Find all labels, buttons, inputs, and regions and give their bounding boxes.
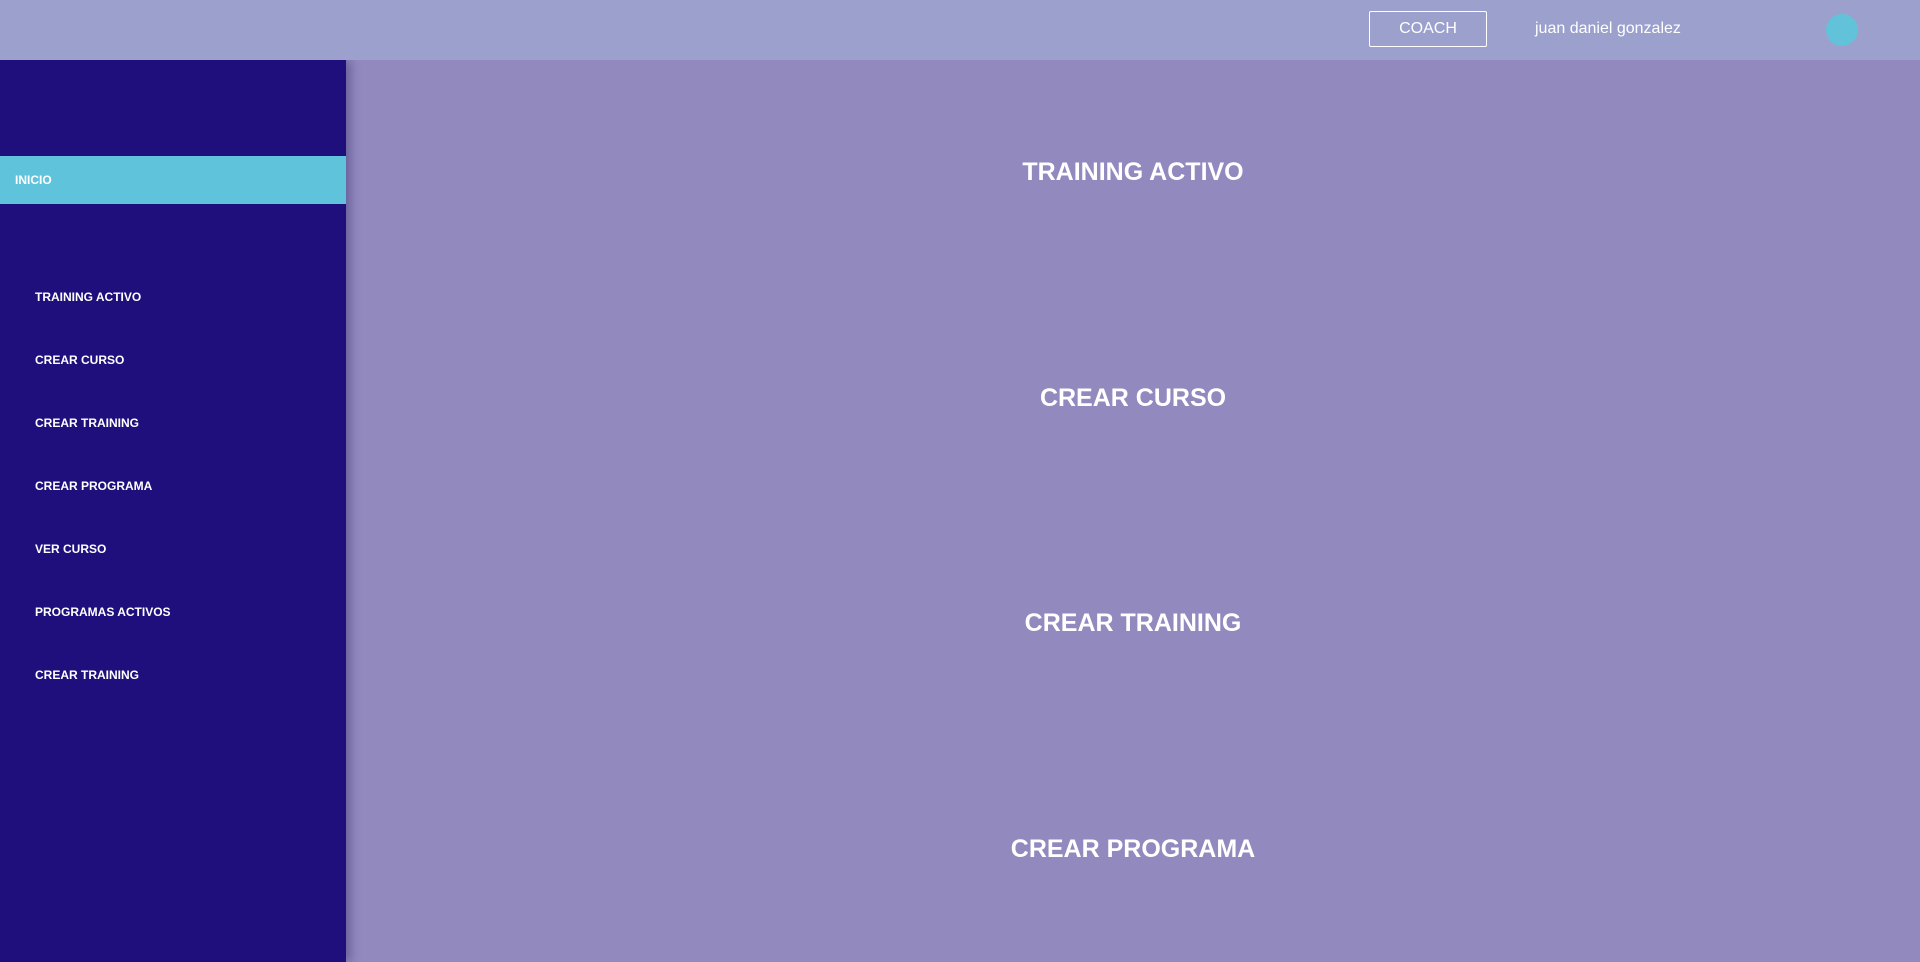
sidebar-item-crear-curso[interactable]: CREAR CURSO <box>35 350 124 370</box>
section-crear-training[interactable]: CREAR TRAINING <box>346 608 1920 638</box>
sidebar-item-programas-activos[interactable]: PROGRAMAS ACTIVOS <box>35 602 171 622</box>
user-name: juan daniel gonzalez <box>1535 20 1681 37</box>
main-content: TRAINING ACTIVO CREAR CURSO CREAR TRAINI… <box>346 60 1920 962</box>
sidebar-item-crear-training[interactable]: CREAR TRAINING <box>35 413 139 433</box>
section-training-activo[interactable]: TRAINING ACTIVO <box>346 157 1920 187</box>
top-bar: COACH juan daniel gonzalez <box>0 0 1920 60</box>
sidebar-item-inicio[interactable]: INICIO <box>0 156 346 204</box>
sidebar-item-crear-programa[interactable]: CREAR PROGRAMA <box>35 476 152 496</box>
section-crear-curso[interactable]: CREAR CURSO <box>346 383 1920 413</box>
sidebar-item-ver-curso[interactable]: VER CURSO <box>35 539 106 559</box>
sidebar-item-training-activo[interactable]: TRAINING ACTIVO <box>35 287 141 307</box>
sidebar-item-crear-training-2[interactable]: CREAR TRAINING <box>35 665 139 685</box>
sidebar: INICIO TRAINING ACTIVO CREAR CURSO CREAR… <box>0 60 346 962</box>
user-avatar[interactable] <box>1826 14 1858 46</box>
coach-role-button[interactable]: COACH <box>1369 11 1487 47</box>
section-crear-programa[interactable]: CREAR PROGRAMA <box>346 834 1920 864</box>
